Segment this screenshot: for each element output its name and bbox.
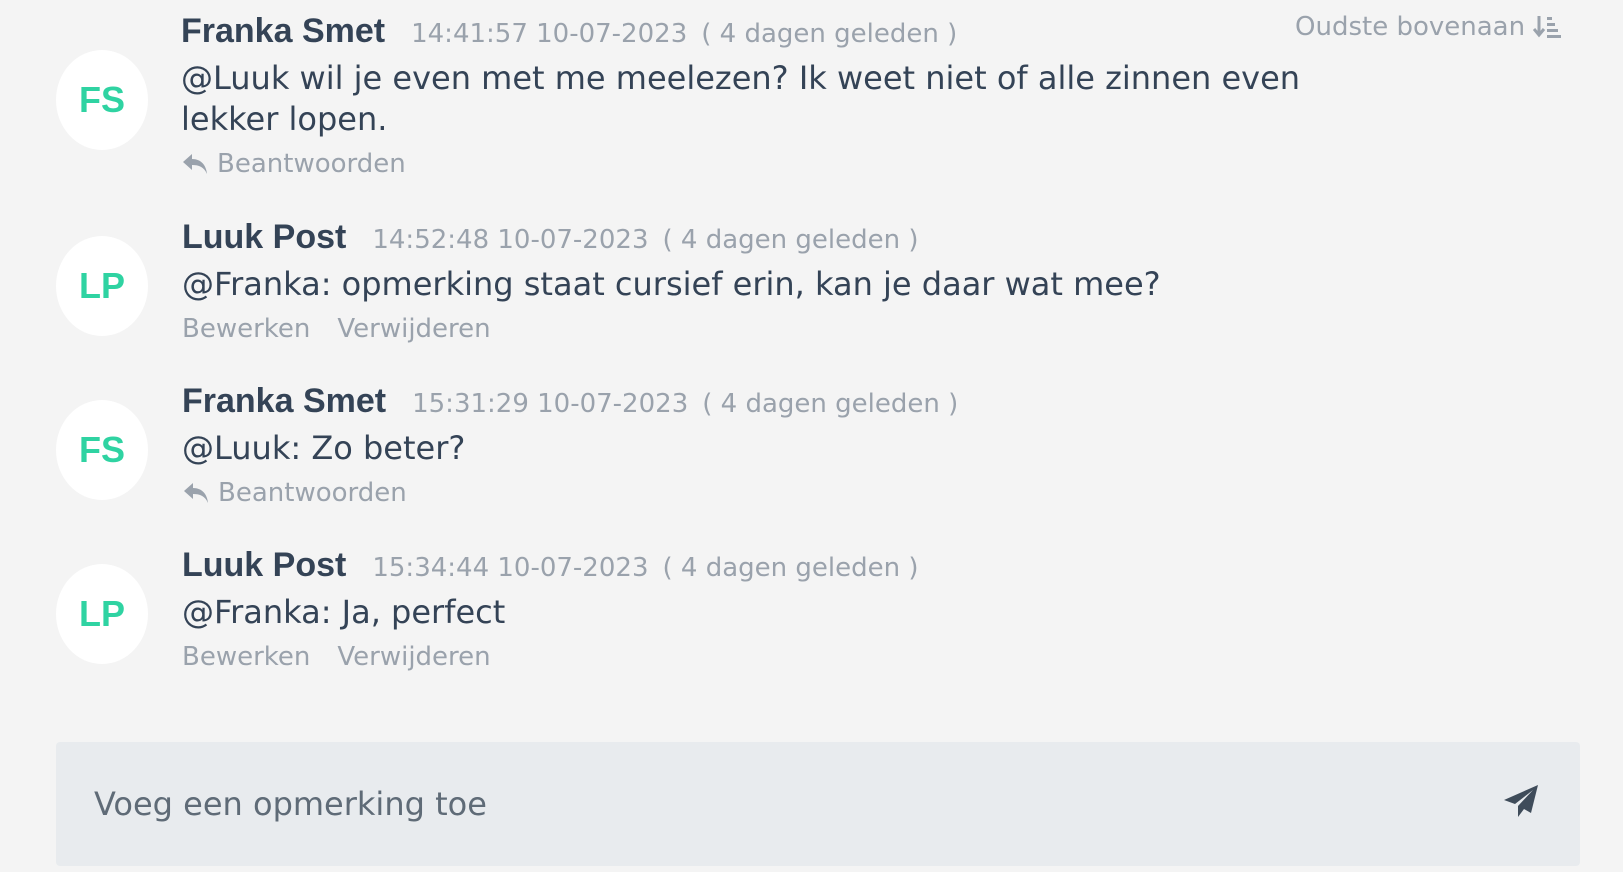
reply-label: Beantwoorden <box>218 478 407 508</box>
reply-icon <box>181 152 209 176</box>
sort-ascending-icon <box>1533 14 1562 40</box>
avatar-initials: LP <box>78 593 125 634</box>
comment-body: Franka Smet 14:41:57 10-07-2023 ( 4 dage… <box>181 12 1331 179</box>
comment-author: Franka Smet <box>181 12 386 50</box>
comment-relative-time: ( 4 dagen geleden ) <box>702 389 959 419</box>
reply-button[interactable]: Beantwoorden <box>182 478 407 508</box>
comment-text: @Franka: opmerking staat cursief erin, k… <box>182 265 1161 303</box>
delete-button[interactable]: Verwijderen <box>337 314 490 344</box>
comment-body: Franka Smet 15:31:29 10-07-2023 ( 4 dage… <box>182 382 1332 508</box>
avatar: LP <box>56 236 148 336</box>
comments-panel: Oudste bovenaan FS Franka Smet 14:41:57 … <box>0 0 1623 872</box>
comment-input[interactable] <box>94 785 1394 823</box>
comment-timestamp: 15:31:29 10-07-2023 <box>412 389 689 419</box>
reply-button[interactable]: Beantwoorden <box>181 149 406 179</box>
comment-author: Franka Smet <box>182 382 387 420</box>
comment-timestamp: 14:52:48 10-07-2023 <box>372 225 649 255</box>
reply-label: Beantwoorden <box>217 149 406 179</box>
comment-actions: Bewerken Verwijderen <box>182 642 1332 672</box>
comment-relative-time: ( 4 dagen geleden ) <box>662 225 919 255</box>
comment-text: @Luuk wil je even met me meelezen? Ik we… <box>181 59 1301 138</box>
comment-meta: Luuk Post 15:34:44 10-07-2023 ( 4 dagen … <box>182 546 1332 586</box>
comment-meta: Luuk Post 14:52:48 10-07-2023 ( 4 dagen … <box>182 218 1332 258</box>
avatar-initials: FS <box>78 429 125 470</box>
reply-icon <box>182 481 210 505</box>
comment-relative-time: ( 4 dagen geleden ) <box>662 553 919 583</box>
avatar: LP <box>56 564 148 664</box>
sort-toggle[interactable]: Oudste bovenaan <box>1295 12 1562 42</box>
comment-composer <box>56 742 1580 866</box>
comment-timestamp: 14:41:57 10-07-2023 <box>411 19 688 49</box>
comment-actions: Beantwoorden <box>182 478 1332 508</box>
avatar: FS <box>56 400 148 500</box>
comment-body: Luuk Post 14:52:48 10-07-2023 ( 4 dagen … <box>182 218 1332 344</box>
comment-author: Luuk Post <box>182 218 347 256</box>
comment-body: Luuk Post 15:34:44 10-07-2023 ( 4 dagen … <box>182 546 1332 672</box>
comment-timestamp: 15:34:44 10-07-2023 <box>372 553 649 583</box>
avatar-initials: LP <box>78 265 125 306</box>
comment-actions: Bewerken Verwijderen <box>182 314 1332 344</box>
avatar-initials: FS <box>78 79 125 120</box>
send-button[interactable] <box>1502 783 1540 825</box>
comment-text: @Luuk: Zo beter? <box>182 429 466 467</box>
edit-button[interactable]: Bewerken <box>182 642 310 672</box>
comment-text: @Franka: Ja, perfect <box>182 593 506 631</box>
avatar: FS <box>56 50 148 150</box>
edit-button[interactable]: Bewerken <box>182 314 310 344</box>
paper-plane-icon <box>1502 783 1540 825</box>
comment-relative-time: ( 4 dagen geleden ) <box>701 19 958 49</box>
comment-author: Luuk Post <box>182 546 347 584</box>
comment-meta: Franka Smet 14:41:57 10-07-2023 ( 4 dage… <box>181 12 1331 52</box>
comment-actions: Beantwoorden <box>181 149 1331 179</box>
comment-meta: Franka Smet 15:31:29 10-07-2023 ( 4 dage… <box>182 382 1332 422</box>
delete-button[interactable]: Verwijderen <box>337 642 490 672</box>
